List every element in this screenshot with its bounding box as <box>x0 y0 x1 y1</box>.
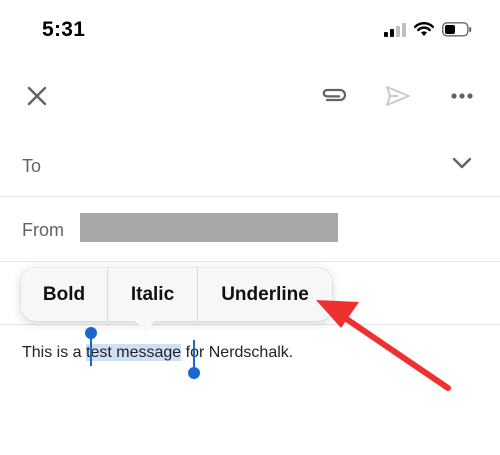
cellular-signal-icon <box>384 22 406 42</box>
selection-end-handle[interactable] <box>188 367 200 379</box>
expand-recipients-button[interactable] <box>452 156 472 174</box>
chevron-down-icon <box>452 157 472 169</box>
close-button[interactable] <box>17 70 57 122</box>
send-button[interactable] <box>378 70 418 122</box>
message-text-before: This is a <box>22 344 87 361</box>
selected-text[interactable]: test message <box>86 344 182 361</box>
status-icons <box>384 22 472 42</box>
italic-menu-item[interactable]: Italic <box>108 268 197 321</box>
menu-pointer <box>134 320 156 331</box>
attach-button[interactable] <box>315 70 355 122</box>
from-label: From <box>22 220 64 240</box>
to-field-row[interactable]: To <box>0 132 500 197</box>
selection-start-caret <box>90 334 92 366</box>
more-options-button[interactable] <box>442 70 482 122</box>
more-horizontal-icon <box>451 93 473 99</box>
text-format-menu: Bold Italic Underline <box>21 268 332 321</box>
compose-toolbar <box>0 70 500 122</box>
status-time: 5:31 <box>42 18 86 41</box>
redacted-from-address <box>80 213 338 242</box>
paperclip-icon <box>322 88 347 102</box>
message-body[interactable]: This is a test message for Nerdschalk. <box>22 344 293 362</box>
close-icon <box>27 86 47 106</box>
send-icon <box>386 86 410 106</box>
to-label: To <box>22 156 42 176</box>
bold-menu-item[interactable]: Bold <box>21 268 107 321</box>
message-text-after: for Nerdschalk. <box>181 344 294 361</box>
status-bar: 5:31 <box>0 0 500 60</box>
battery-icon <box>442 22 472 42</box>
wifi-icon <box>414 22 434 42</box>
underline-menu-item[interactable]: Underline <box>198 268 332 321</box>
